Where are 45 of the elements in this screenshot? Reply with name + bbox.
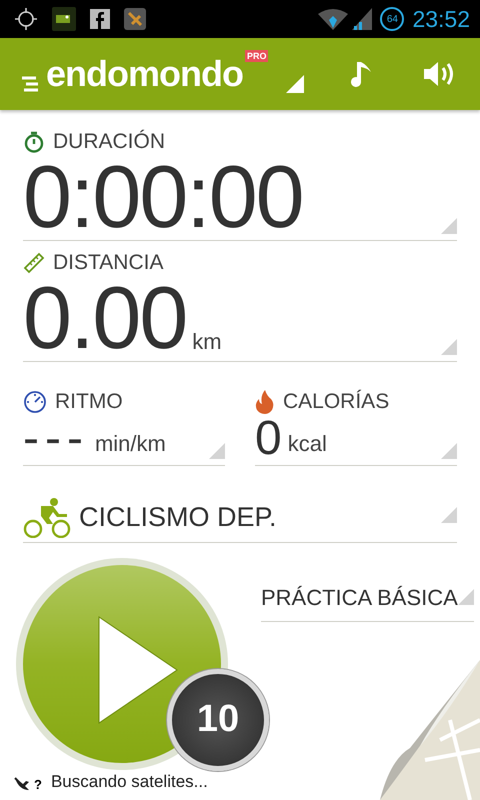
stat-field[interactable]: RITMO ---min/km: [23, 380, 225, 466]
workout-label: PRÁCTICA BÁSICA: [261, 584, 458, 611]
countdown-badge: 10: [167, 668, 269, 771]
dropdown-corner-icon: [441, 339, 457, 356]
field-label: DURACIÓN: [53, 130, 166, 154]
stat-field[interactable]: CALORÍAS 0 kcal: [255, 380, 457, 466]
gps-icon: [14, 7, 38, 31]
field-label: DISTANCIA: [53, 251, 164, 276]
field-value: 0.00: [23, 275, 186, 362]
field-label: CALORÍAS: [283, 390, 390, 414]
unit-label: kcal: [288, 430, 327, 457]
volume-icon[interactable]: [422, 60, 456, 88]
sport-label: CICLISMO DEP.: [79, 502, 277, 534]
stopwatch-icon: [23, 131, 45, 153]
speedometer-icon: [23, 390, 47, 414]
signal-icon: [352, 8, 372, 30]
logo: endomondo: [46, 56, 243, 92]
clock: 23:52: [412, 6, 470, 32]
dropdown-corner-icon: [209, 442, 225, 459]
stat-field[interactable]: DISTANCIA 0.00 km: [23, 241, 457, 362]
pro-badge: PRO: [244, 50, 268, 62]
unit-label: km: [192, 329, 222, 356]
gps-status: Buscando satelites...: [50, 772, 208, 792]
cyclist-icon: [23, 498, 71, 538]
field-value: 0:00:00: [23, 154, 303, 240]
dropdown-corner-icon: [458, 588, 474, 605]
dropdown-corner-icon: [441, 442, 457, 459]
stat-field[interactable]: DURACIÓN 0:00:00: [23, 120, 457, 242]
field-value: 0: [255, 414, 282, 465]
facebook-icon: [90, 9, 110, 29]
field-value: ---: [23, 414, 89, 465]
flame-icon: [255, 390, 275, 414]
question-mark: ?: [34, 777, 42, 792]
ruler-icon: [23, 252, 45, 274]
wifi-icon: [318, 8, 348, 30]
dropdown-corner-icon: [441, 218, 457, 234]
dropdown-corner-icon[interactable]: [286, 75, 304, 93]
field-label: RITMO: [55, 390, 123, 414]
sport-selector[interactable]: CICLISMO DEP.: [23, 498, 457, 543]
app-notification-icon: [52, 7, 76, 31]
workout-selector[interactable]: PRÁCTICA BÁSICA: [261, 584, 474, 622]
battery-indicator: 64: [380, 7, 404, 31]
unit-label: min/km: [94, 430, 166, 457]
dropdown-corner-icon: [441, 506, 457, 523]
music-icon[interactable]: [348, 59, 374, 89]
